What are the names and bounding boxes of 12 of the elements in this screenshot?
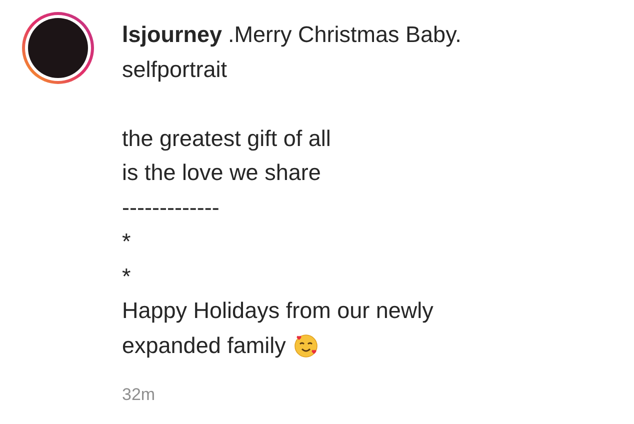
caption-line: expanded family	[122, 332, 286, 360]
caption-line: .Merry Christmas Baby.	[228, 21, 462, 49]
caption-line: *	[122, 228, 132, 256]
caption-line: the greatest gift of all	[122, 124, 332, 153]
caption-line: *	[122, 262, 132, 290]
avatar	[28, 18, 88, 78]
caption-line: selfportrait	[122, 56, 228, 84]
caption-line: -------------	[122, 194, 220, 222]
smiling-face-with-hearts-icon	[294, 334, 318, 358]
username[interactable]: lsjourney	[122, 18, 222, 52]
caption-line: is the love we share	[122, 159, 322, 187]
caption-line: Happy Holidays from our newly	[122, 297, 434, 325]
